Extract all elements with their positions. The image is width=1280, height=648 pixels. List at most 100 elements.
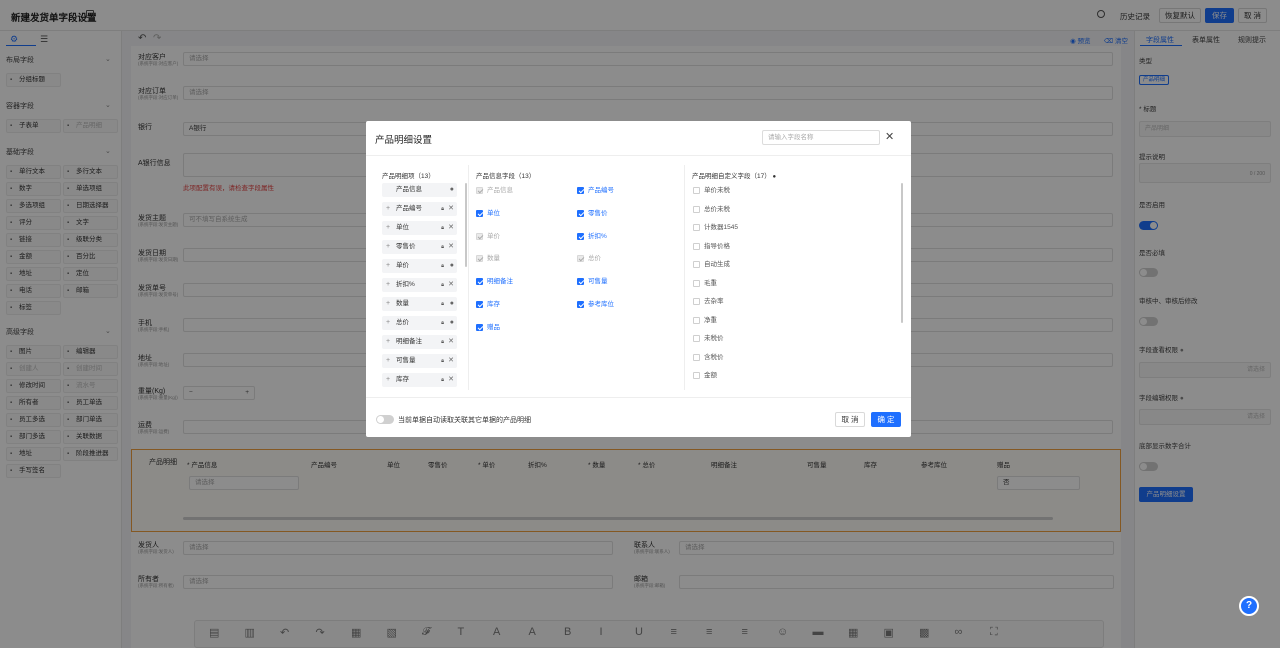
product-field-checkbox[interactable]: 赠品 (476, 323, 500, 332)
italic-icon[interactable]: I (600, 626, 603, 638)
align-center-icon[interactable]: ≡ (706, 626, 712, 638)
col1-scrollbar[interactable] (465, 183, 467, 267)
drag-handle-icon[interactable]: + (386, 354, 390, 368)
link-icon[interactable]: ∞ (955, 626, 963, 638)
custom-field-checkbox[interactable]: 自动生成 (693, 261, 730, 269)
fullscreen-icon[interactable]: ⛶ (990, 626, 998, 639)
lock-icon[interactable]: 🔒︎ (441, 316, 444, 330)
lock-icon[interactable]: 🔒︎ (441, 354, 444, 368)
detail-item[interactable]: + 折扣% 🔒︎ ✕ (382, 278, 457, 292)
detail-item[interactable]: + 单价 🔒︎ ● (382, 259, 457, 273)
remove-icon[interactable]: ✕ (448, 221, 454, 235)
detail-item[interactable]: 产品信息 ● (382, 183, 457, 197)
detail-item[interactable]: + 零售价 🔒︎ ✕ (382, 240, 457, 254)
align-right-icon[interactable]: ≡ (742, 626, 748, 638)
drag-handle-icon[interactable]: + (386, 240, 390, 254)
info-icon[interactable]: ● (450, 316, 454, 330)
drag-handle-icon[interactable]: + (386, 259, 390, 273)
custom-field-checkbox[interactable]: 单价未税 (693, 187, 730, 195)
undo-icon[interactable]: ↶ (280, 626, 289, 639)
detail-item[interactable]: + 可售量 🔒︎ ✕ (382, 354, 457, 368)
lock-icon[interactable]: 🔒︎ (441, 240, 444, 254)
modal-ok-button[interactable]: 确 定 (871, 412, 901, 427)
paste-icon[interactable]: ▤ (209, 626, 219, 639)
drag-handle-icon[interactable]: + (386, 335, 390, 349)
redo-icon[interactable]: ↷ (316, 626, 325, 639)
insert-line-icon[interactable]: ▬ (813, 626, 824, 638)
video-icon[interactable]: ▩ (919, 626, 929, 639)
custom-field-checkbox[interactable]: 计数器1545 (693, 224, 738, 232)
col3-scrollbar[interactable] (901, 183, 903, 323)
lock-icon[interactable]: 🔒︎ (441, 297, 444, 311)
image-icon[interactable]: ▣ (884, 626, 894, 639)
product-field-checkbox[interactable]: 产品编号 (577, 187, 614, 195)
custom-field-checkbox[interactable]: 指导价格 (693, 242, 730, 251)
custom-field-checkbox[interactable]: 去杂率 (693, 298, 724, 306)
field-search-input[interactable]: 请输入字段名称 (762, 130, 880, 145)
product-field-checkbox[interactable]: 折扣% (577, 232, 607, 241)
checkbox-box (693, 372, 700, 379)
detail-item[interactable]: + 总价 🔒︎ ● (382, 316, 457, 330)
detail-item[interactable]: + 单位 🔒︎ ✕ (382, 221, 457, 235)
format-painter-icon[interactable]: ▦ (351, 626, 361, 639)
product-field-checkbox[interactable]: 库存 (476, 301, 500, 309)
lock-icon[interactable]: 🔒︎ (441, 335, 444, 349)
font-family-icon[interactable]: 𝓕 (422, 626, 430, 639)
info-icon[interactable]: ● (450, 259, 454, 273)
highlight-icon[interactable]: A (529, 626, 536, 638)
detail-item[interactable]: + 明细备注 🔒︎ ✕ (382, 335, 457, 349)
copy-icon[interactable]: ▥ (245, 626, 255, 639)
lock-icon[interactable]: 🔒︎ (441, 278, 444, 292)
product-field-checkbox[interactable]: 明细备注 (476, 278, 513, 286)
drag-handle-icon[interactable]: + (386, 221, 390, 235)
custom-field-checkbox[interactable]: 毛重 (693, 279, 717, 288)
custom-field-checkbox[interactable]: 未税价 (693, 335, 724, 343)
drag-handle-icon[interactable]: + (386, 316, 390, 330)
checkbox-label: 指导价格 (704, 242, 730, 250)
custom-field-checkbox[interactable]: 总价未税 (693, 205, 730, 214)
custom-field-checkbox[interactable]: 净重 (693, 316, 717, 325)
checkbox-label: 含税价 (704, 353, 724, 361)
font-color-icon[interactable]: A (493, 626, 500, 638)
table-icon[interactable]: ▦ (848, 626, 858, 639)
font-size-icon[interactable]: T (458, 626, 465, 638)
product-field-checkbox[interactable]: 参考库位 (577, 301, 614, 309)
checkbox-box (693, 205, 700, 213)
drag-handle-icon[interactable]: + (386, 373, 390, 387)
remove-icon[interactable]: ✕ (448, 278, 454, 292)
product-field-checkbox[interactable]: 可售量 (577, 278, 608, 286)
emoji-icon[interactable]: ☺ (777, 626, 788, 638)
modal-cancel-button[interactable]: 取 消 (835, 412, 865, 427)
detail-item[interactable]: + 产品编号 🔒︎ ✕ (382, 202, 457, 216)
detail-item-label: 库存 (396, 376, 409, 383)
remove-icon[interactable]: ✕ (448, 335, 454, 349)
custom-field-checkbox[interactable]: 含税价 (693, 353, 724, 362)
custom-field-checkbox[interactable]: 金额 (693, 372, 717, 380)
checkbox-label: 总价 (588, 255, 601, 263)
remove-icon[interactable]: ✕ (448, 240, 454, 254)
remove-icon[interactable]: ✕ (448, 373, 454, 387)
product-field-checkbox[interactable]: 零售价 (577, 209, 608, 218)
close-icon[interactable]: ✕ (885, 130, 894, 143)
drag-handle-icon[interactable]: + (386, 297, 390, 311)
lock-icon[interactable]: 🔒︎ (441, 373, 444, 387)
drag-handle-icon[interactable]: + (386, 278, 390, 292)
checkbox-box (693, 279, 700, 287)
clear-format-icon[interactable]: ▧ (387, 626, 397, 639)
bold-icon[interactable]: B (564, 626, 571, 638)
drag-handle-icon[interactable]: + (386, 202, 390, 216)
detail-item[interactable]: + 库存 🔒︎ ✕ (382, 373, 457, 387)
remove-icon[interactable]: ✕ (448, 202, 454, 216)
detail-item[interactable]: + 数量 🔒︎ ● (382, 297, 457, 311)
lock-icon[interactable]: 🔒︎ (441, 202, 444, 216)
lock-icon[interactable]: 🔒︎ (441, 221, 444, 235)
checkbox-box (693, 261, 700, 268)
underline-icon[interactable]: U (635, 626, 643, 638)
auto-read-toggle[interactable] (376, 415, 394, 424)
product-field-checkbox[interactable]: 单位 (476, 209, 500, 218)
help-button[interactable]: ? (1239, 596, 1259, 616)
lock-icon[interactable]: 🔒︎ (441, 259, 444, 273)
remove-icon[interactable]: ✕ (448, 354, 454, 368)
info-icon[interactable]: ● (450, 297, 454, 311)
align-left-icon[interactable]: ≡ (671, 626, 677, 638)
